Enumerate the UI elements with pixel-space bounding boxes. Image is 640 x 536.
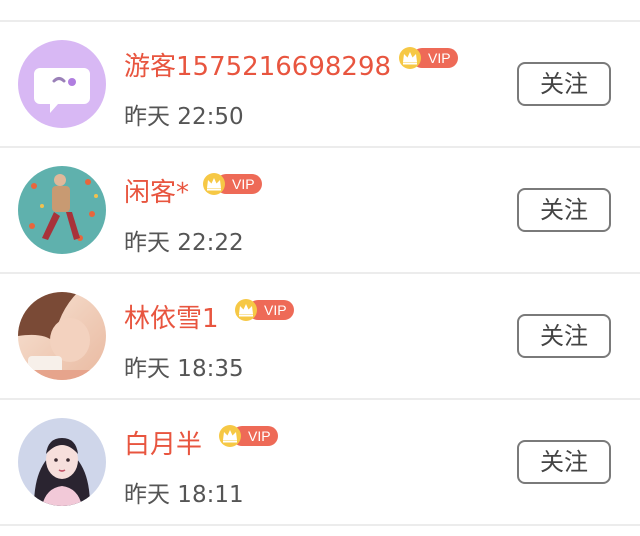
user-photo bbox=[18, 292, 106, 380]
timestamp: 昨天 18:11 bbox=[124, 482, 244, 508]
user-name[interactable]: 闲客* bbox=[124, 176, 189, 210]
list-item[interactable]: 白月半 VIP 昨天 18:11 关注 bbox=[0, 400, 640, 524]
vip-badge: VIP bbox=[202, 172, 262, 196]
timestamp: 昨天 18:35 bbox=[124, 356, 244, 382]
user-photo bbox=[18, 166, 106, 254]
vip-badge: VIP bbox=[218, 424, 278, 448]
timestamp: 昨天 22:50 bbox=[124, 104, 244, 130]
list-item[interactable]: 闲客* VIP 昨天 22:22 关注 bbox=[0, 148, 640, 272]
follow-button[interactable]: 关注 bbox=[517, 440, 611, 484]
crown-icon bbox=[219, 425, 241, 447]
vip-badge: VIP bbox=[398, 46, 458, 70]
follow-button[interactable]: 关注 bbox=[517, 314, 611, 358]
crown-icon bbox=[235, 299, 257, 321]
avatar[interactable] bbox=[18, 418, 106, 506]
user-name[interactable]: 林依雪1 bbox=[124, 302, 219, 336]
follow-button[interactable]: 关注 bbox=[517, 188, 611, 232]
user-photo bbox=[18, 418, 106, 506]
follow-list: 游客1575216698298 VIP 昨天 22:50 关注 闲客* VIP … bbox=[0, 0, 640, 536]
vip-badge: VIP bbox=[234, 298, 294, 322]
divider bbox=[0, 524, 640, 526]
list-item[interactable]: 林依雪1 VIP 昨天 18:35 关注 bbox=[0, 274, 640, 398]
avatar[interactable] bbox=[18, 292, 106, 380]
list-item[interactable]: 游客1575216698298 VIP 昨天 22:50 关注 bbox=[0, 22, 640, 146]
avatar[interactable] bbox=[18, 166, 106, 254]
crown-icon bbox=[203, 173, 225, 195]
crown-icon bbox=[399, 47, 421, 69]
chat-bubble-icon bbox=[18, 40, 106, 128]
user-name[interactable]: 白月半 bbox=[124, 428, 202, 462]
user-name[interactable]: 游客1575216698298 bbox=[124, 50, 391, 84]
follow-button[interactable]: 关注 bbox=[517, 62, 611, 106]
avatar[interactable] bbox=[18, 40, 106, 128]
timestamp: 昨天 22:22 bbox=[124, 230, 244, 256]
